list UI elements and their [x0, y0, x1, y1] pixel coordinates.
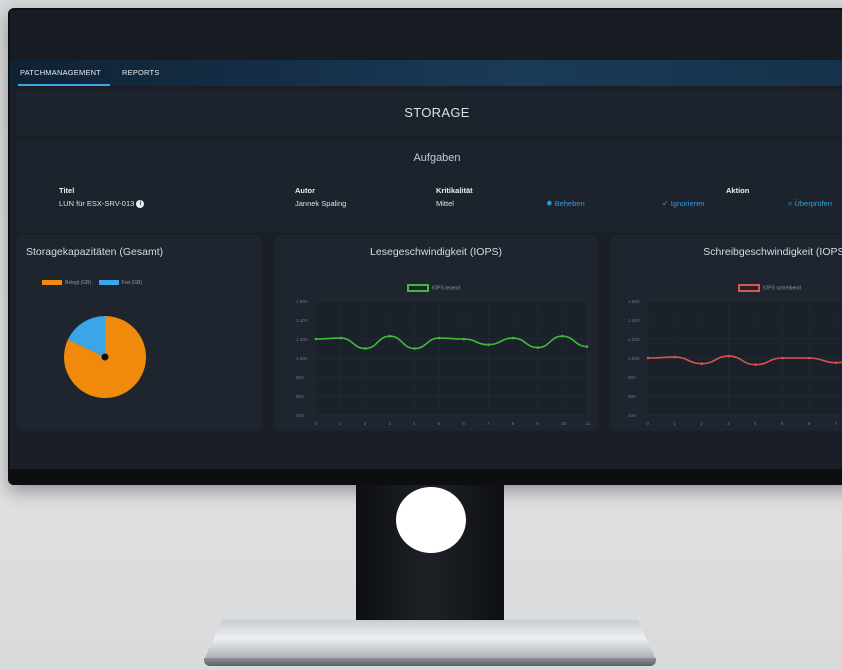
nav-item-reports[interactable]: REPORTS — [122, 68, 160, 77]
y-tick-label: 1.200 — [296, 337, 308, 342]
data-point[interactable] — [413, 347, 416, 350]
capacity-pie-chart — [63, 316, 146, 398]
data-point[interactable] — [388, 334, 392, 338]
screen: PATCHMANAGEMENT REPORTS E STORAGE Aufgab… — [10, 10, 842, 469]
y-tick-label: 1.200 — [628, 337, 640, 342]
data-point[interactable] — [561, 334, 564, 338]
data-point[interactable] — [781, 356, 784, 360]
data-point[interactable] — [673, 355, 677, 359]
task-criticality: Mittel — [436, 199, 454, 208]
x-tick-label: 7 — [835, 421, 838, 426]
read-line-chart: 400 600 800 1.000 1.200 1.400 1.600 0 1 2 3 4 5 6 7 8 9 1… — [296, 299, 591, 426]
x-tick-label: 5 — [781, 421, 784, 426]
data-point[interactable] — [487, 343, 490, 346]
pie-center-dot — [101, 353, 109, 361]
x-tick-label: 3 — [388, 421, 391, 426]
x-tick-label: 11 — [586, 421, 591, 426]
top-bar — [10, 10, 842, 60]
x-tick-label: 2 — [364, 421, 367, 426]
data-point[interactable] — [585, 345, 589, 348]
gear-icon: ✹ — [546, 199, 553, 208]
header-author: Autor — [295, 186, 315, 195]
monitor-stand-base — [204, 620, 656, 660]
task-title-text: LUN für ESX-SRV-013 — [59, 199, 135, 208]
y-tick-label: 1.400 — [296, 318, 308, 323]
data-point[interactable] — [363, 347, 367, 350]
task-author: Jannek Spaling — [295, 199, 347, 208]
y-tick-label: 800 — [628, 375, 636, 380]
check-label: Überprüfen — [794, 199, 833, 208]
page-title-bar: STORAGE — [16, 90, 842, 135]
monitor-stand-base-edge — [204, 658, 656, 666]
x-tick-label: 7 — [487, 421, 490, 426]
nav-bar: PATCHMANAGEMENT REPORTS E — [10, 60, 842, 86]
data-point[interactable] — [511, 336, 515, 340]
tasks-title: Aufgaben — [413, 152, 461, 164]
fix-button[interactable]: ✹ Beheben — [546, 199, 585, 208]
search-icon: ⌕ — [788, 199, 793, 208]
check-button[interactable]: ⌕ Überprüfen — [788, 199, 832, 209]
data-point[interactable] — [339, 336, 342, 340]
x-tick-label: 10 — [561, 421, 567, 426]
data-point[interactable] — [314, 337, 318, 341]
tasks-panel: Aufgaben Titel Autor Kritikalität Aktion… — [16, 140, 842, 233]
write-line-chart: 4006008001.0001.2001.4001.600012345678 — [628, 299, 842, 426]
ignore-button[interactable]: ✓ Ignorieren — [662, 199, 704, 208]
y-tick-label: 1.600 — [296, 299, 308, 304]
fix-label: Beheben — [554, 199, 585, 208]
data-point[interactable] — [536, 346, 540, 349]
monitor-bezel — [8, 469, 842, 485]
info-icon[interactable]: i — [136, 200, 145, 209]
data-point[interactable] — [700, 362, 704, 365]
x-tick-label: 1 — [673, 421, 676, 426]
y-tick-label: 400 — [296, 413, 304, 418]
x-tick-label: 6 — [462, 421, 465, 426]
data-point[interactable] — [462, 337, 466, 341]
y-tick-label: 600 — [628, 394, 636, 399]
x-tick-label: 8 — [512, 421, 515, 426]
data-point[interactable] — [646, 356, 650, 360]
nav-active-indicator — [18, 84, 110, 86]
data-point[interactable] — [754, 363, 757, 366]
x-tick-label: 4 — [754, 421, 757, 426]
y-tick-label: 1.000 — [628, 356, 640, 361]
x-tick-label: 5 — [438, 421, 441, 426]
x-tick-label: 2 — [700, 421, 703, 426]
data-point[interactable] — [437, 336, 441, 340]
header-title: Titel — [59, 186, 75, 195]
nav-item-patchmanagement[interactable]: PATCHMANAGEMENT — [20, 68, 101, 77]
data-point[interactable] — [834, 361, 838, 365]
x-tick-label: 1 — [339, 421, 342, 426]
x-tick-label: 0 — [315, 421, 318, 426]
task-title: LUN für ESX-SRV-013 i — [59, 199, 145, 209]
header-criticality: Kritikalität — [436, 186, 473, 195]
data-point[interactable] — [727, 354, 730, 358]
write-card: Schreibgeschwindigkeit (IOPS) IOPS schre… — [610, 235, 842, 431]
y-tick-label: 1.600 — [628, 299, 640, 304]
y-tick-label: 1.400 — [628, 318, 640, 323]
monitor: PATCHMANAGEMENT REPORTS E STORAGE Aufgab… — [8, 8, 842, 485]
data-point[interactable] — [808, 356, 811, 360]
header-action: Aktion — [726, 186, 750, 195]
page-title: STORAGE — [404, 105, 470, 120]
ignore-label: Ignorieren — [670, 199, 705, 208]
stand-cable-hole — [396, 487, 466, 553]
capacity-card: Storagekapazitäten (Gesamt) Belegt (GB) … — [16, 235, 262, 431]
y-tick-label: 1.000 — [296, 356, 308, 361]
x-tick-label: 6 — [808, 421, 811, 426]
y-tick-label: 600 — [296, 394, 304, 399]
x-tick-label: 4 — [413, 421, 416, 426]
x-tick-label: 0 — [647, 421, 650, 426]
y-tick-label: 800 — [296, 375, 304, 380]
x-tick-label: 3 — [727, 421, 730, 426]
read-card: Lesegeschwindigkeit (IOPS) IOPS lesend 4… — [274, 235, 598, 431]
y-tick-label: 400 — [628, 413, 636, 418]
check-icon: ✓ — [662, 199, 669, 208]
x-tick-label: 9 — [536, 421, 539, 426]
